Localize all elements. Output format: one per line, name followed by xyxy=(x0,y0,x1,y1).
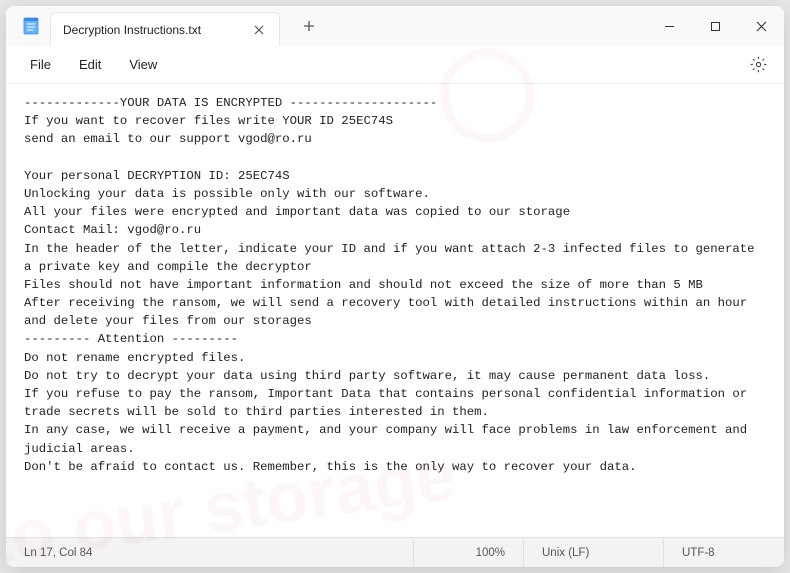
menu-edit[interactable]: Edit xyxy=(65,51,115,78)
status-line-ending[interactable]: Unix (LF) xyxy=(524,538,664,567)
titlebar: Decryption Instructions.txt xyxy=(6,6,784,46)
text-editor[interactable]: -------------YOUR DATA IS ENCRYPTED ----… xyxy=(6,84,784,537)
status-position[interactable]: Ln 17, Col 84 xyxy=(6,538,414,567)
tab-title: Decryption Instructions.txt xyxy=(63,23,251,37)
minimize-button[interactable] xyxy=(646,6,692,46)
status-encoding[interactable]: UTF-8 xyxy=(664,538,784,567)
close-window-button[interactable] xyxy=(738,6,784,46)
menu-file[interactable]: File xyxy=(16,51,65,78)
statusbar: Ln 17, Col 84 100% Unix (LF) UTF-8 xyxy=(6,537,784,567)
status-zoom[interactable]: 100% xyxy=(414,538,524,567)
maximize-button[interactable] xyxy=(692,6,738,46)
notepad-icon xyxy=(22,17,40,35)
app-window: Decryption Instructions.txt File Edit Vi… xyxy=(6,6,784,567)
menubar: File Edit View xyxy=(6,46,784,84)
new-tab-button[interactable] xyxy=(294,11,324,41)
document-tab[interactable]: Decryption Instructions.txt xyxy=(50,12,280,46)
close-tab-button[interactable] xyxy=(251,22,267,38)
window-controls xyxy=(646,6,784,46)
menu-view[interactable]: View xyxy=(115,51,171,78)
settings-button[interactable] xyxy=(742,49,774,81)
